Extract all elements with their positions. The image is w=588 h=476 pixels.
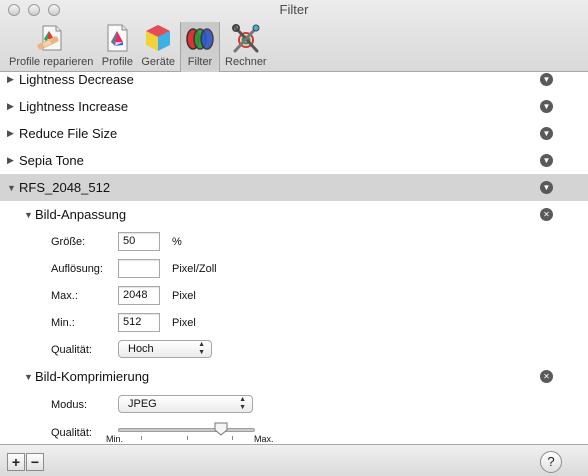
- mode-label: Modus:: [51, 399, 88, 411]
- max-unit: Pixel: [172, 290, 196, 302]
- toolbar-devices[interactable]: Geräte: [138, 22, 178, 72]
- slider-tick: [187, 436, 188, 440]
- section-label: Bild-Anpassung: [35, 207, 127, 222]
- size-label: Größe:: [51, 236, 86, 248]
- filter-options-icon[interactable]: ▼: [540, 100, 553, 113]
- max-input[interactable]: 2048: [118, 286, 160, 305]
- remove-section-icon[interactable]: ✕: [540, 208, 553, 221]
- toolbar-calculator[interactable]: Rechner: [222, 22, 270, 72]
- resolution-label: Auflösung:: [51, 263, 103, 275]
- calculator-tools-icon: [231, 24, 260, 53]
- toolbar-profile-repair[interactable]: Profile reparieren: [6, 22, 96, 72]
- slider-tick: [141, 436, 142, 440]
- slider-min-label: Min.: [106, 434, 124, 444]
- toolbar-profile[interactable]: Profile: [98, 22, 136, 72]
- size-input[interactable]: 50: [118, 232, 160, 251]
- slider-track[interactable]: [118, 428, 255, 432]
- mode-select-value: JPEG: [128, 398, 157, 410]
- disclosure-triangle-collapsed-icon[interactable]: ▶: [7, 155, 14, 166]
- filter-row-selected[interactable]: ▼ RFS_2048_512 ▼: [0, 174, 588, 201]
- disclosure-triangle-collapsed-icon[interactable]: ▶: [7, 74, 14, 85]
- compression-quality-label: Qualität:: [51, 427, 92, 439]
- filter-label: Lightness Decrease: [19, 73, 134, 87]
- min-input[interactable]: 512: [118, 313, 160, 332]
- slider-thumb[interactable]: [214, 422, 228, 436]
- disclosure-triangle-collapsed-icon[interactable]: ▶: [7, 101, 14, 112]
- filter-label: Lightness Increase: [19, 99, 129, 114]
- window-titlebar: Filter Profile reparieren Profile Geräte…: [0, 0, 588, 72]
- min-unit: Pixel: [172, 317, 196, 329]
- filter-label: Reduce File Size: [19, 126, 118, 141]
- select-arrows-icon: ▲ ▼: [239, 396, 246, 411]
- filter-row[interactable]: ▶ Lightness Decrease ▼: [0, 73, 588, 93]
- toolbar-label: Profile reparieren: [9, 56, 94, 68]
- select-arrows-icon: ▲ ▼: [198, 341, 205, 356]
- resolution-input[interactable]: [118, 259, 160, 278]
- add-filter-button[interactable]: +: [7, 453, 25, 471]
- mode-select[interactable]: JPEG ▲ ▼: [118, 395, 253, 413]
- size-unit: %: [172, 236, 182, 248]
- bottom-bar: + − ?: [0, 444, 588, 476]
- filter-options-icon[interactable]: ▼: [540, 154, 553, 167]
- resolution-unit: Pixel/Zoll: [172, 263, 217, 275]
- toolbar-label: Rechner: [225, 56, 267, 68]
- window-title: Filter: [279, 2, 309, 17]
- filter-options-icon[interactable]: ▼: [540, 73, 553, 86]
- filter-row[interactable]: ▶ Reduce File Size ▼: [0, 120, 588, 147]
- min-label: Min.:: [51, 317, 75, 329]
- max-label: Max.:: [51, 290, 78, 302]
- quality-select[interactable]: Hoch ▲ ▼: [118, 340, 212, 358]
- slider-tick: [232, 436, 233, 440]
- filter-row[interactable]: ▶ Lightness Increase ▼: [0, 93, 588, 120]
- profile-icon: [107, 24, 128, 52]
- toolbar-filter[interactable]: Filter: [180, 22, 221, 72]
- filter-options-icon[interactable]: ▼: [540, 127, 553, 140]
- filter-list[interactable]: ▶ Lightness Decrease ▼ ▶ Lightness Incre…: [0, 73, 588, 444]
- quality-label: Qualität:: [51, 344, 92, 356]
- remove-filter-button[interactable]: −: [26, 453, 44, 471]
- profile-repair-icon: [37, 25, 62, 51]
- toolbar-label: Profile: [101, 56, 133, 68]
- section-header[interactable]: ▼ Bild-Komprimierung ✕: [0, 363, 588, 390]
- help-button[interactable]: ?: [540, 451, 562, 473]
- filter-label: RFS_2048_512: [19, 180, 111, 195]
- devices-cube-icon: [146, 25, 171, 51]
- filter-label: Sepia Tone: [19, 153, 84, 168]
- toolbar: Profile reparieren Profile Geräte Filter…: [6, 22, 272, 72]
- disclosure-triangle-expanded-icon[interactable]: ▼: [7, 183, 16, 193]
- quality-select-value: Hoch: [128, 343, 154, 355]
- toolbar-label: Filter: [187, 56, 213, 68]
- filter-icon: [186, 28, 214, 50]
- disclosure-triangle-expanded-icon[interactable]: ▼: [24, 210, 33, 220]
- slider-max-label: Max.: [254, 434, 274, 444]
- remove-section-icon[interactable]: ✕: [540, 370, 553, 383]
- disclosure-triangle-expanded-icon[interactable]: ▼: [24, 372, 33, 382]
- disclosure-triangle-collapsed-icon[interactable]: ▶: [7, 128, 14, 139]
- section-header[interactable]: ▼ Bild-Anpassung ✕: [0, 201, 588, 228]
- toolbar-label: Geräte: [141, 56, 176, 68]
- section-label: Bild-Komprimierung: [35, 369, 150, 384]
- filter-row[interactable]: ▶ Sepia Tone ▼: [0, 147, 588, 174]
- filter-options-icon[interactable]: ▼: [540, 181, 553, 194]
